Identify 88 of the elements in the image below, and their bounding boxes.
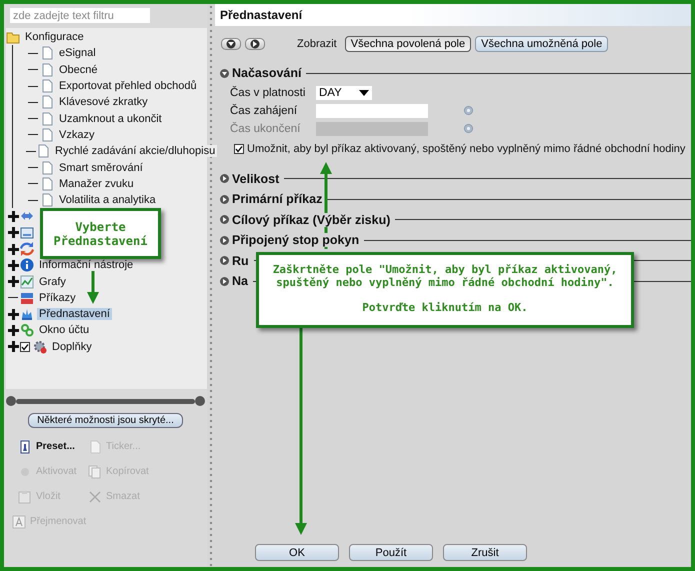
page-icon [40,160,54,175]
action-button[interactable]: Preset... [18,437,75,456]
expand-icon[interactable] [8,244,18,254]
tree-item[interactable]: Okno účtu [37,324,92,336]
tree-item[interactable]: Exportovat přehled obchodů [57,80,199,92]
field-label: Čas v platnosti [230,86,306,98]
tree-item[interactable]: Doplňky [50,340,94,353]
hidden-options-button[interactable]: Některé možnosti jsou skryté... [28,413,183,428]
section-title: Cílový příkaz (Výběr zisku) [232,212,392,227]
tree-item[interactable]: Příkazy [37,292,78,304]
chart-icon [20,274,34,289]
view-toggle[interactable]: Všechna povolená pole [344,36,472,52]
tree-item[interactable]: Manažer zvuku [57,178,136,190]
page-icon [40,79,54,94]
cycle-icon [20,242,34,256]
tree-item[interactable]: Informační nástroje [37,259,136,272]
callout-text: Potvrďte kliknutím na OK. [361,301,529,314]
field-label: Čas ukončení [230,122,302,134]
panel-title: Přednastavení [215,4,691,26]
gear-icon [33,340,47,354]
dialog-button[interactable]: OK [255,544,339,561]
expand-icon[interactable] [8,308,18,320]
next-button[interactable] [245,38,265,50]
collapse-button[interactable] [221,38,241,50]
expand-icon[interactable] [8,260,18,271]
expand-icon[interactable] [220,256,229,266]
expand-icon[interactable] [220,174,229,184]
dropdown[interactable]: DAY [316,86,372,100]
tree-item[interactable]: Uzamknout a ukončit [57,112,164,125]
folder-icon [6,30,20,44]
dialog-button[interactable]: Zrušit [443,544,527,561]
expand-icon[interactable] [8,341,18,352]
expand-icon[interactable] [220,215,229,224]
horizontal-scrollbar[interactable] [6,395,205,407]
page-icon [40,176,54,191]
expand-icon[interactable] [220,236,229,245]
checkbox[interactable] [20,342,30,352]
section-title: Velikost [232,172,282,186]
tree-item[interactable]: Klávesové zkratky [57,96,150,108]
monitor-icon [20,226,34,240]
page-icon [40,112,54,126]
section-title: Na [232,274,250,288]
field-label: Čas zahájení [230,104,298,116]
view-toggle[interactable]: Všechna umožněná pole [475,36,608,52]
page-icon [40,128,54,142]
page-icon [40,62,54,77]
info-icon [20,258,34,272]
tree-item[interactable]: Volatilita a analytika [57,194,158,206]
tree-item[interactable]: eSignal [57,47,98,60]
document-icon [18,440,32,454]
callout-note: Vyberte Přednastavení [40,208,161,259]
expand-icon[interactable] [220,276,229,286]
letter-icon [12,514,26,528]
page-icon [40,193,54,208]
checkbox[interactable] [234,144,244,154]
tree-item[interactable]: Grafy [37,276,68,288]
caret-icon [359,90,369,96]
expand-icon[interactable] [220,194,229,204]
expand-icon[interactable] [8,276,18,288]
filter-field[interactable]: zde zadejte text filtru [10,8,150,23]
tree-item[interactable]: Přednastavení [37,308,112,320]
expand-icon[interactable] [8,227,18,238]
tree-item[interactable]: Smart směrování [57,162,145,174]
copy-icon [88,464,102,478]
show-label: Zobrazit [297,38,337,50]
section-title: Ru [232,254,251,268]
expand-icon[interactable] [8,210,18,222]
collapse-icon[interactable] [220,68,229,78]
callout-text: Zaškrtněte pole "Umožnit, aby byl příkaz aktivovaný, spuštěný nebo vyplněný mimo řádné obchodní hodiny". [272,263,618,289]
section-title: Načasování [232,66,304,80]
expand-icon[interactable] [8,324,18,336]
dialog-button[interactable]: Použít [349,544,433,561]
cross-icon [88,490,102,504]
page-icon [88,440,102,454]
tree-item[interactable]: Rychlé zadávání akcie/dluhopisu [53,145,218,158]
section-title: Připojený stop pokyn [232,233,362,248]
page-icon [36,144,50,158]
page-icon [40,46,54,60]
orders-icon [20,290,34,305]
clipboard-icon [18,490,32,504]
tree-item[interactable]: Obecné [57,64,100,76]
checkbox-label: Umožnit, aby byl příkaz aktivovaný, spoštěný nebo vyplněný mimo řádné obchodní hodiny [247,142,686,154]
tree-item[interactable]: Konfigurace [23,31,86,44]
section-title: Primární příkaz [232,192,324,206]
input-field[interactable] [316,104,428,118]
tree-item[interactable]: Vzkazy [57,128,96,141]
page-icon [40,95,54,110]
rings-icon [20,323,34,338]
